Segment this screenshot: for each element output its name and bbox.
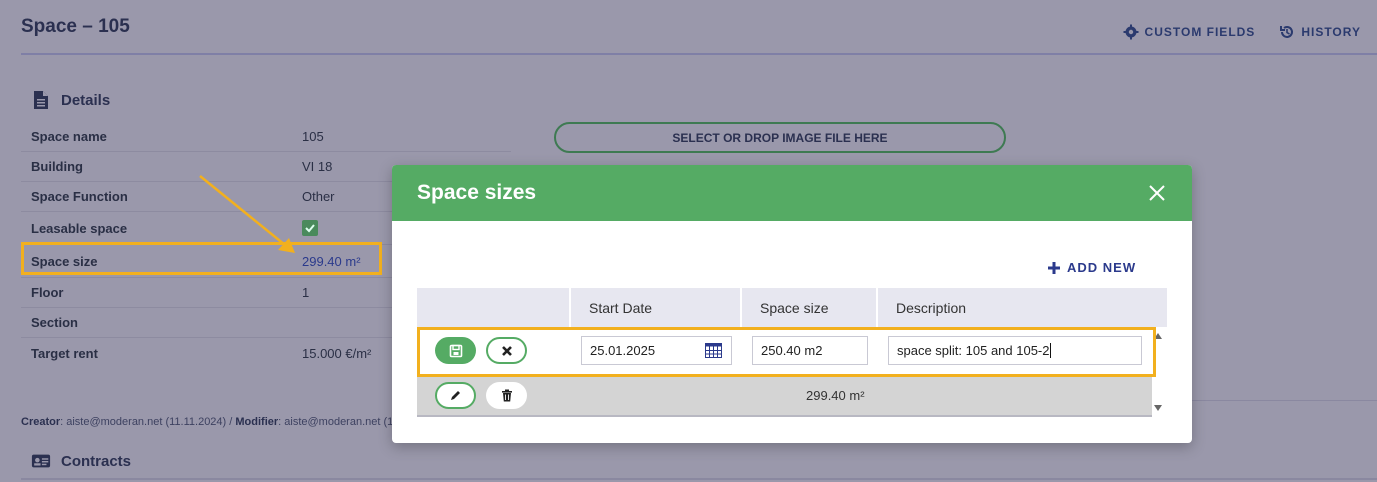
detail-row-space-name: Space name 105 (21, 122, 511, 152)
row-space-size: 299.40 m² (806, 388, 865, 403)
pencil-icon (451, 391, 460, 400)
history-button[interactable]: HISTORY (1279, 24, 1361, 40)
top-actions: CUSTOM FIELDS HISTORY (1123, 24, 1361, 40)
grid-header: Start Date Space size Description (417, 288, 1167, 327)
trash-icon (501, 389, 512, 402)
detail-label: Leasable space (31, 220, 128, 236)
detail-label: Building (31, 159, 83, 174)
gear-icon (1123, 24, 1139, 40)
space-size-highlight (21, 242, 382, 275)
detail-value: Other (302, 189, 335, 204)
details-title: Details (61, 91, 111, 109)
history-icon (1280, 26, 1294, 38)
detail-value: VI 18 (302, 159, 333, 174)
space-sizes-grid: Start Date Space size Description 25.01.… (417, 288, 1167, 417)
modal-header: Space sizes (392, 165, 1192, 221)
history-label: HISTORY (1301, 25, 1361, 39)
column-header-space-size[interactable]: Space size (742, 288, 878, 327)
column-header-description[interactable]: Description (878, 288, 1167, 327)
close-icon[interactable] (1147, 183, 1167, 203)
custom-fields-button[interactable]: CUSTOM FIELDS (1123, 24, 1256, 40)
table-row: 299.40 m² (417, 375, 1152, 417)
edit-button[interactable] (435, 382, 476, 409)
add-new-button[interactable]: ADD NEW (1047, 260, 1136, 275)
detail-label: Floor (31, 285, 64, 300)
page-title: Space – 105 (21, 16, 130, 37)
edit-row-highlight (417, 327, 1156, 377)
leasable-checkbox (302, 219, 318, 236)
modifier-label: Modifier (235, 416, 279, 428)
creator-value: : aiste@moderan.net (11.11.2024) / (60, 416, 236, 428)
details-heading: Details (31, 90, 110, 110)
add-new-label: ADD NEW (1067, 260, 1137, 275)
audit-meta: Creator: aiste@moderan.net (11.11.2024) … (21, 416, 393, 428)
scroll-down-arrow[interactable] (1154, 405, 1162, 411)
column-header-start-date[interactable]: Start Date (571, 288, 742, 327)
space-sizes-modal: Space sizes ADD NEW Start Date Space siz… (392, 165, 1192, 443)
modifier-value: : aiste@moderan.net (1 (278, 416, 394, 428)
plus-icon (1048, 261, 1060, 274)
contracts-title: Contracts (61, 452, 132, 470)
delete-button[interactable] (486, 382, 527, 409)
custom-fields-label: CUSTOM FIELDS (1144, 25, 1256, 39)
detail-label: Space Function (31, 189, 128, 204)
image-upload-button[interactable]: SELECT OR DROP IMAGE FILE HERE (554, 122, 1006, 153)
detail-value: 105 (302, 129, 324, 144)
modal-title: Space sizes (417, 181, 537, 204)
checkmark-icon (305, 223, 315, 232)
detail-value: 15.000 €/m² (302, 345, 372, 361)
contracts-divider (21, 478, 1377, 480)
detail-value: 1 (302, 285, 310, 300)
column-header-actions (417, 288, 571, 327)
creator-label: Creator (21, 416, 61, 428)
detail-label: Section (31, 315, 78, 330)
id-card-icon (31, 454, 51, 468)
detail-label: Space name (31, 129, 107, 144)
detail-label: Target rent (31, 345, 98, 361)
header-divider (21, 53, 1377, 55)
document-icon (34, 91, 48, 109)
contracts-heading: Contracts (31, 451, 131, 471)
